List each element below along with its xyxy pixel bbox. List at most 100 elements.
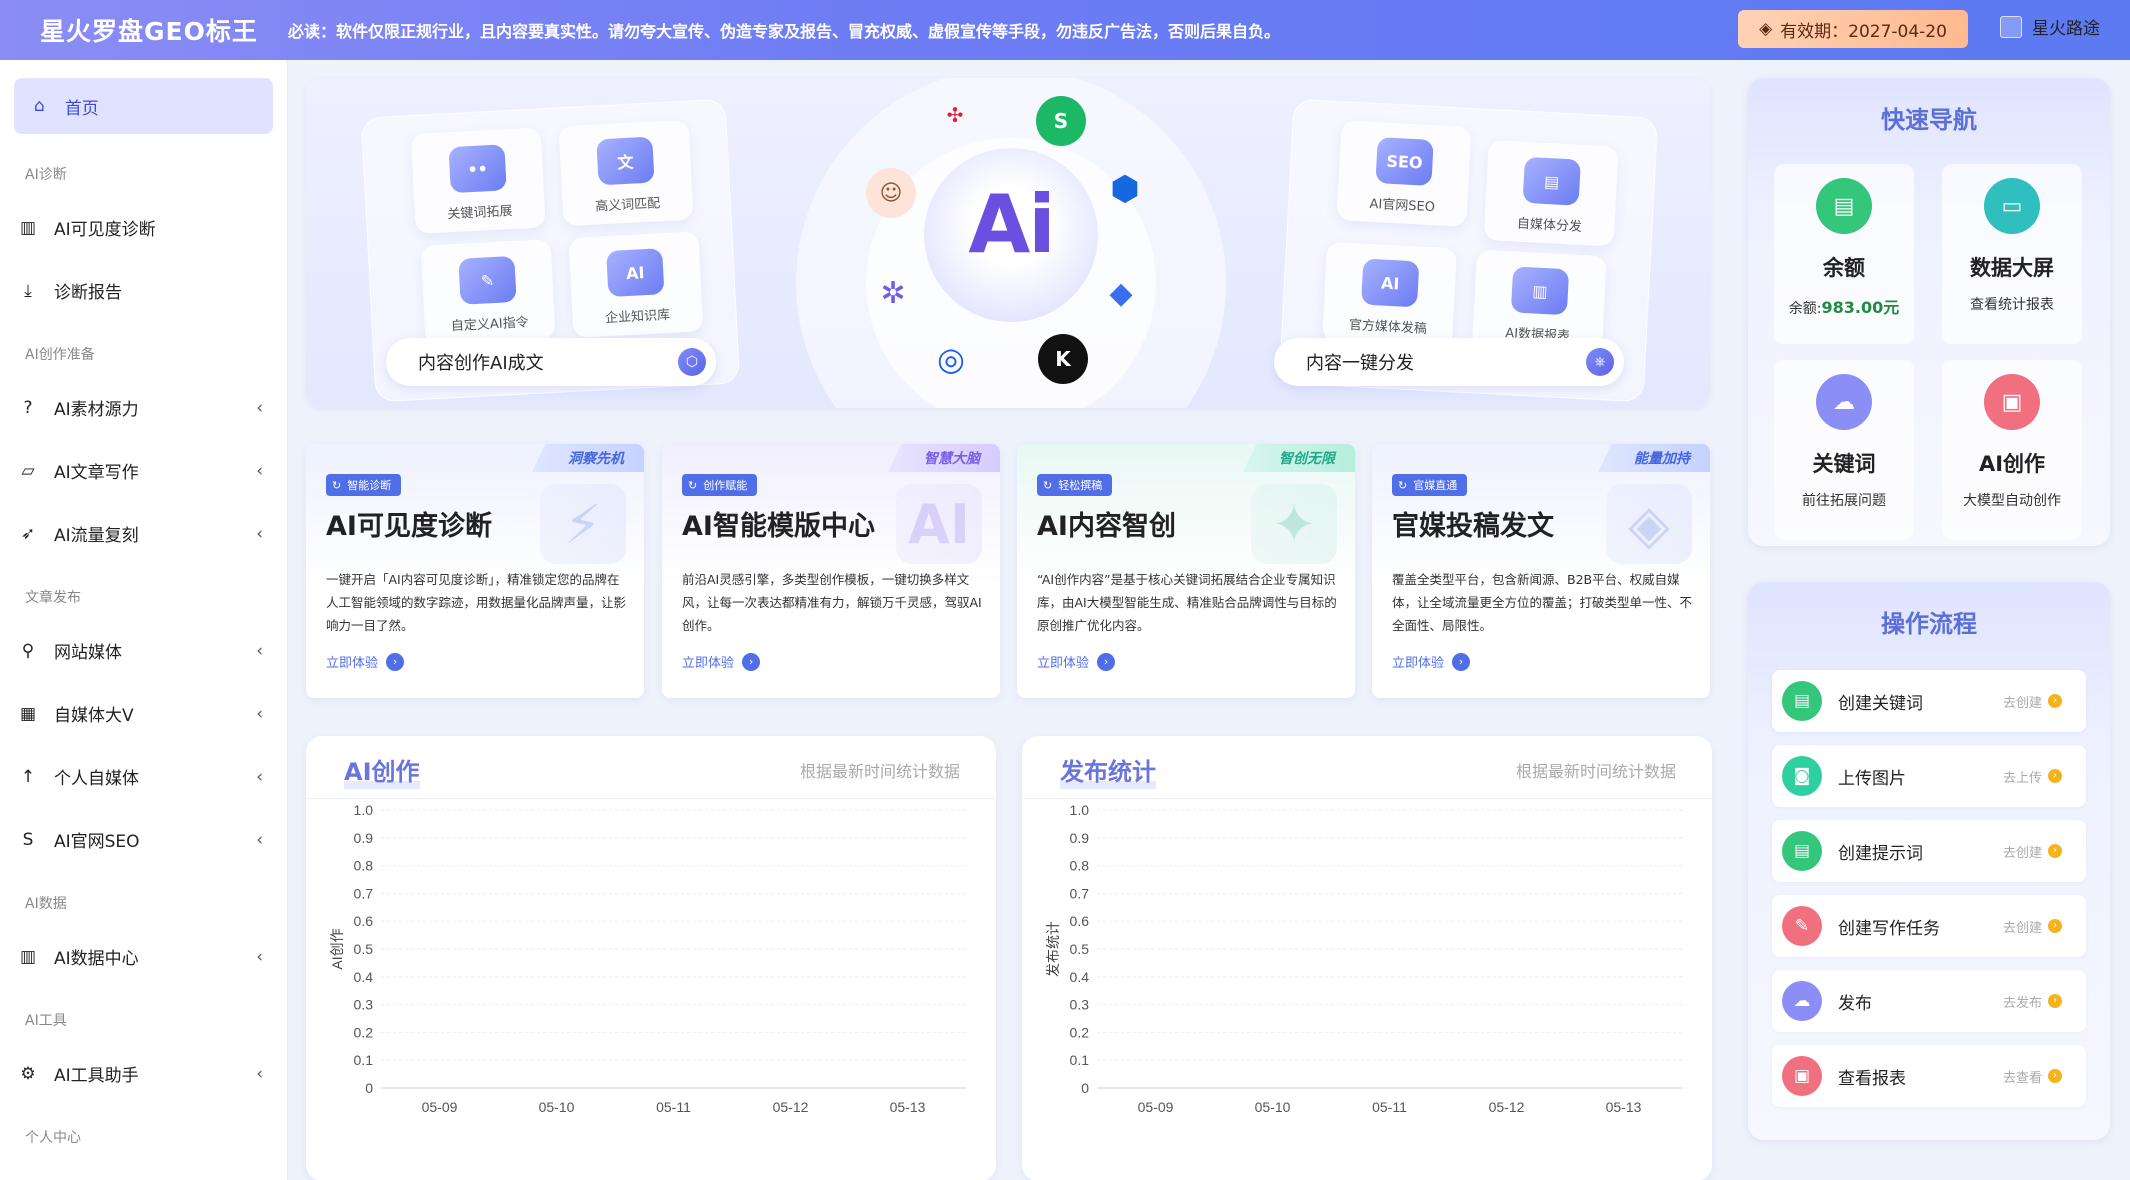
workflow-step[interactable]: ▤ 创建提示词 去创建 › xyxy=(1772,820,2086,882)
x-tick-label: 05-12 xyxy=(1489,1099,1525,1115)
workflow-step[interactable]: ▣ 查看报表 去查看 › xyxy=(1772,1045,2086,1107)
username: 星火路途 xyxy=(2032,19,2100,39)
workflow-step[interactable]: ✎ 创建写作任务 去创建 › xyxy=(1772,895,2086,957)
chat-icon: •• xyxy=(448,144,507,194)
feature-desc: 一键开启「AI内容可见度诊断」，精准锁定您的品牌在人工智能领域的数字踪迹，用数据… xyxy=(326,572,627,633)
workflow-step[interactable]: ▤ 创建关键词 去创建 › xyxy=(1772,670,2086,732)
y-axis-label: 发布统计 xyxy=(1045,921,1061,977)
workflow-step-label: 创建写作任务 xyxy=(1838,918,1940,939)
tile-keyword-expand[interactable]: •• 关键词拓展 xyxy=(410,127,546,235)
workflow-card: 操作流程 ▤ 创建关键词 去创建 › ◙ 上传图片 去上传 › ▤ 创建提示词 去创建 ›… xyxy=(1748,582,2110,1140)
quick-nav-balance[interactable]: ▤ 余额 余额:983.00元 xyxy=(1774,164,1914,344)
x-tick-label: 05-10 xyxy=(1255,1099,1291,1115)
x-tick-label: 05-09 xyxy=(422,1099,458,1115)
feature-link[interactable]: 立即体验 › xyxy=(682,652,761,671)
cloud-icon: ☁ xyxy=(1782,981,1822,1021)
y-tick-label: 0.8 xyxy=(354,858,374,874)
hex-logo-icon: ⬢ xyxy=(1110,169,1140,209)
sidebar-item[interactable]: ⤓ 诊断报告 xyxy=(0,259,287,322)
feature-link[interactable]: 立即体验 › xyxy=(326,652,405,671)
sidebar-item[interactable]: ▥ AI数据中心 ‹ xyxy=(0,925,287,988)
tile-official-media[interactable]: AI 官方媒体发稿 xyxy=(1322,241,1458,349)
sidebar-item[interactable]: ⚲ 网站媒体 ‹ xyxy=(0,619,287,682)
sidebar-item[interactable]: ? AI素材源力 ‹ xyxy=(0,376,287,439)
content-creation-button[interactable]: 内容创作AI成文 ⬡ xyxy=(386,338,716,386)
sidebar-item-label: 个人自媒体 xyxy=(54,769,139,789)
tile-custom-ai[interactable]: ✎ 自定义AI指令 xyxy=(420,238,556,346)
workflow-step-action[interactable]: 去上传 › xyxy=(2003,767,2062,786)
y-tick-label: 0.5 xyxy=(354,941,374,957)
chevron-left-icon: ‹ xyxy=(256,524,263,544)
y-tick-label: 0.9 xyxy=(354,830,374,846)
ai-stack-icon: AI xyxy=(606,248,665,298)
feature-tag: 智创无限 xyxy=(1243,444,1355,472)
publish-stats-chart-panel: 发布统计 根据最新时间统计数据 0 0.1 0.2 0.3 0.4 0.5 0.6 0.7 0.… xyxy=(1022,736,1712,1180)
chevron-left-icon: ‹ xyxy=(256,947,263,967)
ai-logo: Ai xyxy=(968,178,1055,271)
y-tick-label: 0.2 xyxy=(1070,1024,1090,1040)
user-menu[interactable]: 星火路途 xyxy=(2000,14,2100,39)
sidebar-item[interactable]: ▦ 自媒体大V ‹ xyxy=(0,682,287,745)
validity-badge[interactable]: ◈ 有效期：2027-04-20 xyxy=(1738,10,1968,48)
sidebar-item-label: 自媒体大V xyxy=(54,706,134,726)
feature-desc: 覆盖全类型平台，包含新闻源、B2B平台、权威自媒体，让全域流量更全方位的覆盖；打… xyxy=(1392,572,1693,633)
sidebar-item[interactable]: ↑ 个人自媒体 ‹ xyxy=(0,745,287,808)
tile-synonym-match[interactable]: 文高义词匹配 xyxy=(558,119,694,227)
sidebar-item[interactable]: ▥ AI可见度诊断 xyxy=(0,196,287,259)
sidebar-section-title: AI诊断 xyxy=(25,167,67,183)
feature-card[interactable]: 洞察先机 ⚡ ↻ 智能诊断 AI可见度诊断 一键开启「AI内容可见度诊断」，精准锁… xyxy=(306,444,644,698)
workflow-step-label: 创建提示词 xyxy=(1838,843,1923,864)
arrow-right-icon: › xyxy=(2048,919,2062,933)
feature-card[interactable]: 智创无限 ✦ ↻ 轻松撰稿 AI内容智创 “AI创作内容”是基于核心关键词拓展结合… xyxy=(1017,444,1355,698)
sidebar-section-title: 文章发布 xyxy=(25,590,81,606)
validity-text: 有效期：2027-04-20 xyxy=(1780,21,1947,42)
sidebar-item-home[interactable]: ⌂ 首页 xyxy=(14,78,273,134)
workflow-step-action[interactable]: 去创建 › xyxy=(2003,917,2062,936)
workflow-step-action[interactable]: 去发布 › xyxy=(2003,992,2062,1011)
tile-media-distribution[interactable]: ▤ 自媒体分发 xyxy=(1483,139,1619,247)
arrow-right-icon: › xyxy=(742,652,761,671)
quick-nav-ai-creation[interactable]: ▣ AI创作 大模型自动创作 xyxy=(1942,360,2082,540)
workflow-step-action[interactable]: 去创建 › xyxy=(2003,692,2062,711)
refresh-icon: ↻ xyxy=(688,478,698,492)
feature-bg-icon: ✦ xyxy=(1251,484,1337,564)
tile-knowledge-base[interactable]: AI 企业知识库 xyxy=(568,231,704,338)
avatar xyxy=(2000,15,2022,38)
sidebar-item[interactable]: ⚙ AI工具助手 ‹ xyxy=(0,1042,287,1105)
feature-tag: 能量加持 xyxy=(1598,444,1710,472)
feature-bg-icon: ◈ xyxy=(1606,484,1692,564)
quick-nav-keywords[interactable]: ☁ 关键词 前往拓展问题 xyxy=(1774,360,1914,540)
one-click-distribute-button[interactable]: 内容一键分发 ⎈ xyxy=(1274,338,1624,386)
workflow-step-action[interactable]: 去创建 › xyxy=(2003,842,2062,861)
arrow-right-icon: › xyxy=(2048,994,2062,1008)
workflow-step-action[interactable]: 去查看 › xyxy=(2003,1067,2062,1086)
y-tick-label: 0 xyxy=(1081,1080,1089,1096)
feature-card[interactable]: 能量加持 ◈ ↻ 官媒直通 官媒投稿发文 覆盖全类型平台，包含新闻源、B2B平台、… xyxy=(1372,444,1710,698)
panel-title: AI创作 xyxy=(344,752,420,789)
feature-link[interactable]: 立即体验 › xyxy=(1037,652,1116,671)
arrow-right-icon: › xyxy=(1452,652,1471,671)
brand-title[interactable]: 星火罗盘GEO标王 xyxy=(0,12,288,48)
chevron-left-icon: ‹ xyxy=(256,704,263,724)
network-logo-icon: ✣ xyxy=(946,103,964,127)
workflow-step[interactable]: ☁ 发布 去发布 › xyxy=(1772,970,2086,1032)
workflow-step[interactable]: ◙ 上传图片 去上传 › xyxy=(1772,745,2086,807)
tile-ai-seo[interactable]: SEO AI官网SEO xyxy=(1336,120,1472,227)
edit-icon: ✎ xyxy=(1782,906,1822,946)
feature-link[interactable]: 立即体验 › xyxy=(1392,652,1471,671)
quick-nav-dashboard[interactable]: ▭ 数据大屏 查看统计报表 xyxy=(1942,164,2082,344)
y-tick-label: 0.1 xyxy=(1070,1052,1090,1068)
sidebar-item[interactable]: S AI官网SEO ‹ xyxy=(0,808,287,871)
sidebar-item[interactable]: ➶ AI流量复刻 ‹ xyxy=(0,502,287,565)
sidebar-item[interactable]: ▱ AI文章写作 ‹ xyxy=(0,439,287,502)
sidebar-item-label: AI官网SEO xyxy=(54,832,140,852)
feature-card[interactable]: 智慧大脑 AI ↻ 创作赋能 AI智能模版中心 前沿AI灵感引擎，多类型创作模板，… xyxy=(662,444,1000,698)
y-tick-label: 1.0 xyxy=(1070,802,1090,818)
feature-badge: ↻ 智能诊断 xyxy=(326,474,402,496)
arrow-up-icon: ↑ xyxy=(20,766,36,787)
search-icon: ⚲ xyxy=(21,640,35,661)
panel-subtitle: 根据最新时间统计数据 xyxy=(1515,762,1676,781)
sidebar-item-label: AI数据中心 xyxy=(54,949,139,969)
monitor-icon: ▭ xyxy=(1984,178,2040,234)
report-icon: ▥ xyxy=(1510,266,1570,316)
